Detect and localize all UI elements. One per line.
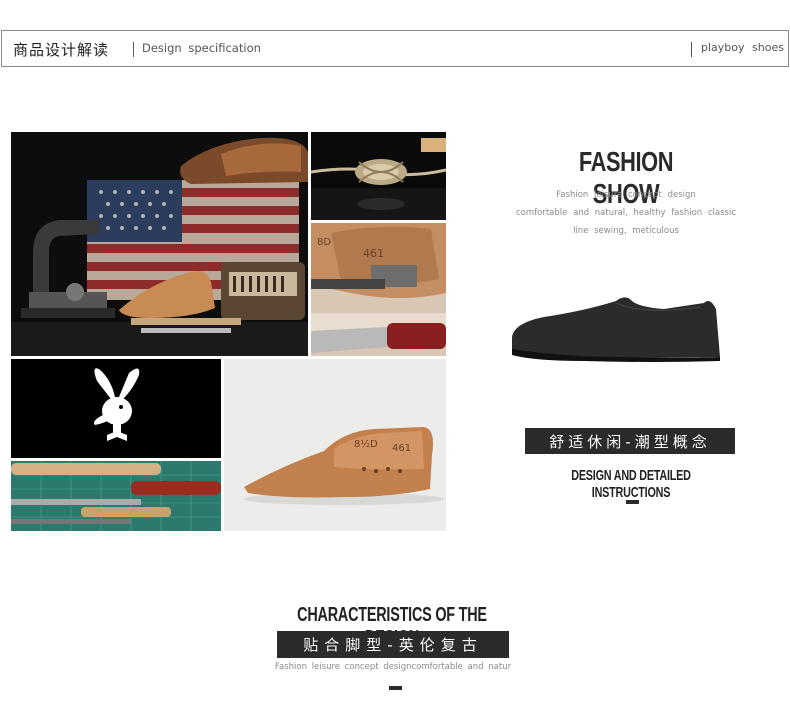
detail-title: DESIGN AND DETAILED INSTRUCTIONS — [571, 467, 691, 501]
fashion-description-line: line sewing, meticulous — [573, 226, 679, 236]
lasts-and-hammer-photo: 461 8D — [311, 223, 446, 356]
svg-text:461: 461 — [363, 247, 384, 260]
header-title: 商品设计解读 — [13, 41, 110, 59]
feature-badge: 舒适休闲-潮型概念 — [525, 428, 735, 454]
header-divider — [133, 42, 134, 57]
svg-text:8D: 8D — [317, 237, 331, 248]
section-dash — [389, 686, 402, 690]
characteristics-description: Fashion leisure concept designcomfortabl… — [274, 662, 512, 672]
header-brand: playboy shoes — [701, 41, 784, 54]
bunny-logo-icon — [11, 359, 221, 458]
header-divider — [691, 42, 692, 57]
fashion-description-line: Fashion leisure concept design — [556, 190, 696, 200]
twine-photo — [311, 132, 446, 220]
header-subtitle: Design specification — [142, 41, 261, 55]
vintage-still-life-photo — [11, 132, 308, 356]
header-bar: 商品设计解读 Design specification playboy shoe… — [1, 30, 789, 67]
tools-on-mat-photo — [11, 461, 221, 531]
black-slip-on-shoe-image — [504, 287, 728, 367]
section-dash — [626, 500, 639, 504]
wooden-last-photo: 8½D 461 — [224, 359, 446, 531]
bunny-logo-photo — [11, 359, 221, 458]
fashion-description-line: comfortable and natural, healthy fashion… — [516, 208, 736, 218]
svg-text:461: 461 — [392, 443, 411, 454]
characteristics-badge: 贴合脚型-英伦复古 — [277, 631, 509, 658]
svg-text:8½D: 8½D — [354, 438, 378, 450]
fashion-show-title: FASHION SHOW — [578, 146, 674, 209]
